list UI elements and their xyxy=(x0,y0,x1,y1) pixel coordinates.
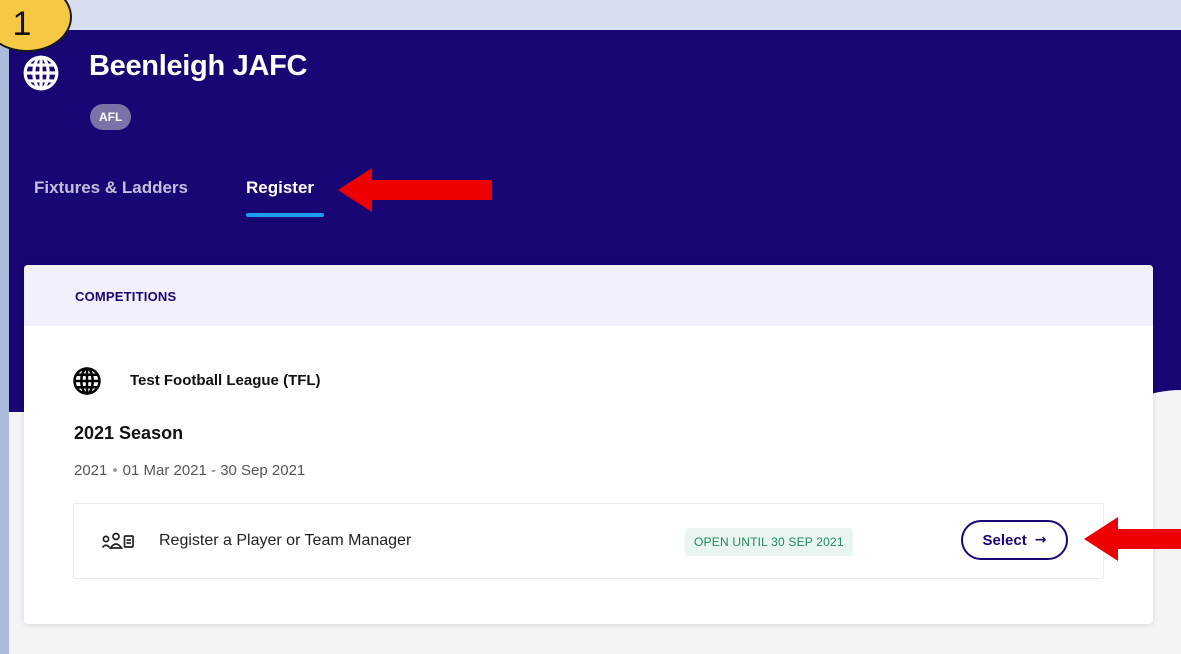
window-left-frame xyxy=(0,0,9,654)
window-top-frame xyxy=(0,0,1181,30)
annotation-arrow-select xyxy=(1084,517,1181,561)
tab-register[interactable]: Register xyxy=(246,178,314,198)
arrow-right-icon: → xyxy=(1034,532,1047,548)
separator-dot: • xyxy=(112,462,118,479)
select-button-label: Select xyxy=(982,531,1027,549)
annotation-arrow-register xyxy=(338,168,492,212)
competition-name: Test Football League (TFL) xyxy=(130,372,321,389)
season-year: 2021 xyxy=(74,462,108,479)
registration-option-row: Register a Player or Team Manager OPEN U… xyxy=(73,503,1104,579)
season-date-range: 01 Mar 2021 - 30 Sep 2021 xyxy=(122,462,306,479)
active-tab-indicator xyxy=(246,213,324,217)
season-meta: 2021 • 01 Mar 2021 - 30 Sep 2021 xyxy=(74,462,305,479)
tab-fixtures-ladders[interactable]: Fixtures & Ladders xyxy=(34,178,188,198)
season-title: 2021 Season xyxy=(74,423,184,443)
competitions-card: COMPETITIONS Test Football League (TFL) … xyxy=(24,265,1153,624)
page: Beenleigh JAFC AFL Fixtures & Ladders Re… xyxy=(9,30,1181,654)
registration-option-label: Register a Player or Team Manager xyxy=(159,532,412,549)
registration-status-badge: OPEN UNTIL 30 SEP 2021 xyxy=(685,528,853,556)
competitions-card-header: COMPETITIONS xyxy=(24,265,1153,326)
player-manager-icon xyxy=(101,532,134,549)
globe-icon xyxy=(23,55,59,91)
sport-badge: AFL xyxy=(90,104,132,130)
org-title: Beenleigh JAFC xyxy=(89,50,308,82)
competitions-heading: COMPETITIONS xyxy=(75,289,177,304)
select-button[interactable]: Select → xyxy=(961,520,1068,560)
globe-icon xyxy=(73,367,101,395)
step-number: 1 xyxy=(12,5,32,43)
